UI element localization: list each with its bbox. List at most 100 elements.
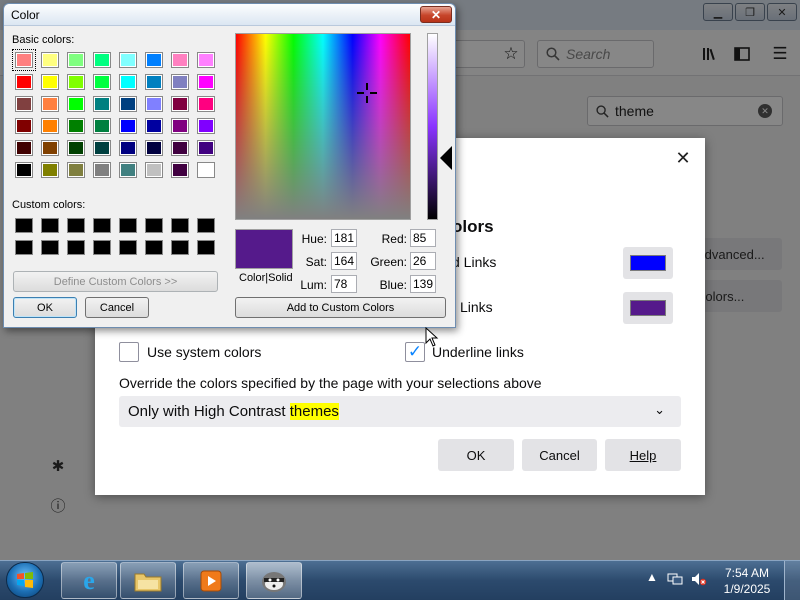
basic-color-swatch[interactable] [12, 49, 36, 71]
override-colors-select[interactable]: Only with High Contrast themes ⌄ [119, 396, 681, 427]
basic-color-swatch[interactable] [171, 74, 189, 90]
basic-color-swatch[interactable] [119, 140, 137, 156]
close-dialog-button[interactable]: ✕ [673, 148, 693, 168]
basic-color-swatch[interactable] [67, 74, 85, 90]
lum-field[interactable]: 78 [331, 275, 357, 293]
basic-color-swatch[interactable] [15, 162, 33, 178]
basic-color-swatch[interactable] [171, 162, 189, 178]
internet-explorer-taskbar-button[interactable]: e [61, 562, 117, 599]
basic-color-swatch[interactable] [145, 140, 163, 156]
custom-color-swatch[interactable] [119, 240, 137, 255]
basic-color-swatch[interactable] [41, 52, 59, 68]
picker-cancel-button[interactable]: Cancel [85, 297, 149, 318]
basic-color-swatch[interactable] [67, 96, 85, 112]
basic-color-swatch[interactable] [67, 52, 85, 68]
basic-color-swatch[interactable] [197, 52, 215, 68]
start-button[interactable] [6, 562, 44, 598]
custom-color-swatch[interactable] [67, 218, 85, 233]
ok-button[interactable]: OK [438, 439, 514, 471]
green-field[interactable]: 26 [410, 252, 436, 270]
custom-color-swatch[interactable] [41, 240, 59, 255]
basic-color-swatch[interactable] [197, 96, 215, 112]
custom-color-swatch[interactable] [41, 218, 59, 233]
basic-color-swatch[interactable] [145, 96, 163, 112]
basic-color-swatch[interactable] [41, 118, 59, 134]
basic-color-swatch[interactable] [93, 118, 111, 134]
basic-color-swatch[interactable] [41, 96, 59, 112]
color-picker-titlebar [4, 4, 455, 26]
basic-color-swatch[interactable] [145, 118, 163, 134]
basic-color-swatch[interactable] [145, 52, 163, 68]
custom-color-swatch[interactable] [171, 218, 189, 233]
raccoon-app-taskbar-button[interactable] [246, 562, 302, 599]
basic-color-swatch[interactable] [171, 96, 189, 112]
basic-color-swatch[interactable] [41, 74, 59, 90]
blue-field[interactable]: 139 [410, 275, 436, 293]
system-clock[interactable]: 7:54 AM 1/9/2025 [716, 565, 778, 597]
custom-color-swatch[interactable] [197, 240, 215, 255]
basic-color-swatch[interactable] [119, 118, 137, 134]
basic-color-swatch[interactable] [15, 96, 33, 112]
basic-color-swatch[interactable] [93, 140, 111, 156]
add-to-custom-colors-button[interactable]: Add to Custom Colors [235, 297, 446, 318]
custom-color-swatch[interactable] [15, 218, 33, 233]
basic-color-swatch[interactable] [171, 52, 189, 68]
basic-color-swatch[interactable] [119, 52, 137, 68]
basic-color-swatch[interactable] [93, 96, 111, 112]
close-picker-button[interactable]: ✕ [420, 6, 452, 23]
basic-color-swatch[interactable] [67, 162, 85, 178]
show-hidden-icons-icon[interactable]: ▲ [646, 570, 658, 584]
custom-color-swatch[interactable] [15, 240, 33, 255]
picker-ok-button[interactable]: OK [13, 297, 77, 318]
basic-color-swatch[interactable] [93, 162, 111, 178]
basic-color-swatch[interactable] [67, 118, 85, 134]
basic-color-swatch[interactable] [197, 118, 215, 134]
basic-color-swatch[interactable] [119, 96, 137, 112]
use-system-colors-checkbox[interactable] [119, 342, 139, 362]
color-spectrum[interactable] [235, 33, 411, 220]
red-field[interactable]: 85 [410, 229, 436, 247]
help-button[interactable]: Help [605, 439, 681, 471]
cancel-button[interactable]: Cancel [522, 439, 597, 471]
custom-color-swatch[interactable] [145, 218, 163, 233]
basic-color-swatch[interactable] [15, 140, 33, 156]
luminosity-slider[interactable] [427, 33, 438, 220]
hue-field[interactable]: 181 [331, 229, 357, 247]
clock-time: 7:54 AM [724, 566, 770, 580]
basic-color-swatch[interactable] [171, 118, 189, 134]
basic-color-swatch[interactable] [67, 140, 85, 156]
custom-color-swatch[interactable] [197, 218, 215, 233]
basic-color-swatch[interactable] [145, 162, 163, 178]
custom-color-swatch[interactable] [67, 240, 85, 255]
basic-color-swatch[interactable] [41, 140, 59, 156]
custom-color-swatch[interactable] [119, 218, 137, 233]
custom-color-swatch[interactable] [93, 218, 111, 233]
basic-color-swatch[interactable] [145, 74, 163, 90]
basic-color-swatch[interactable] [41, 162, 59, 178]
custom-color-swatch[interactable] [171, 240, 189, 255]
basic-color-swatch[interactable] [171, 140, 189, 156]
define-custom-colors-button[interactable]: Define Custom Colors >> [13, 271, 218, 292]
basic-color-swatch[interactable] [197, 74, 215, 90]
volume-muted-icon[interactable] [691, 572, 707, 589]
custom-color-swatch[interactable] [93, 240, 111, 255]
basic-color-swatch[interactable] [119, 162, 137, 178]
basic-color-swatch[interactable] [15, 118, 33, 134]
basic-color-swatch[interactable] [93, 52, 111, 68]
underline-links-checkbox[interactable]: ✓ [405, 342, 425, 362]
basic-color-swatch[interactable] [15, 74, 33, 90]
unvisited-links-color-button[interactable] [623, 292, 673, 324]
media-player-taskbar-button[interactable] [183, 562, 239, 599]
visited-links-color-button[interactable] [623, 247, 673, 279]
custom-color-swatch[interactable] [145, 240, 163, 255]
basic-color-swatch[interactable] [119, 74, 137, 90]
basic-color-swatch[interactable] [93, 74, 111, 90]
file-explorer-taskbar-button[interactable] [120, 562, 176, 599]
sat-field[interactable]: 164 [331, 252, 357, 270]
internet-explorer-icon: e [83, 565, 95, 595]
luminosity-arrow-icon[interactable] [440, 146, 452, 170]
network-icon[interactable] [667, 572, 683, 589]
basic-color-swatch[interactable] [197, 162, 215, 178]
show-desktop-button[interactable] [784, 561, 800, 600]
basic-color-swatch[interactable] [197, 140, 215, 156]
